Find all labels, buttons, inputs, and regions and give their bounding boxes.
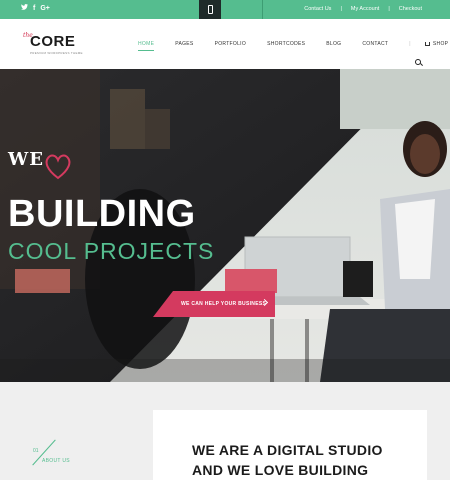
nav-item-shop[interactable]: SHOP <box>424 41 449 47</box>
hero-cta-button[interactable]: WE CAN HELP YOUR BUSINESS <box>153 291 275 317</box>
nav-separator: | <box>409 41 411 47</box>
section-label: ABOUT US <box>42 458 70 464</box>
contact-us-link[interactable]: Contact Us <box>304 5 331 14</box>
logo-tagline: PREMIUM WORDPRESS THEME <box>30 51 83 55</box>
nav-item-blog[interactable]: BLOG <box>326 41 341 47</box>
checkout-link[interactable]: Checkout <box>399 5 422 14</box>
nav-item-shortcodes[interactable]: SHORTCODES <box>267 41 305 47</box>
hero-title: BUILDING <box>8 193 196 235</box>
topbar-separator: | <box>340 6 342 12</box>
cart-icon <box>424 42 430 46</box>
social-links: f G+ <box>21 4 50 14</box>
search-icon[interactable] <box>415 59 421 65</box>
about-heading-line-2: AND WE LOVE BUILDING <box>192 462 369 478</box>
logo-name: CORE <box>30 33 76 50</box>
top-bar: f G+ Contact Us | My Account | Checkout <box>0 0 450 19</box>
about-heading-line-1: WE ARE A DIGITAL STUDIO <box>192 442 383 458</box>
topbar-separator: | <box>388 6 390 12</box>
section-number: 01 <box>33 448 39 454</box>
nav-item-home[interactable]: HOME <box>138 41 155 51</box>
nav-item-contact[interactable]: CONTACT <box>362 41 388 47</box>
hero-slider: WE BUILDING COOL PROJECTS WE CAN HELP YO… <box>0 69 450 382</box>
heart-icon <box>45 154 71 180</box>
hero-subtitle: COOL PROJECTS <box>8 238 215 264</box>
about-card: WE ARE A DIGITAL STUDIO AND WE LOVE BUIL… <box>153 410 427 480</box>
mobile-menu-button[interactable] <box>199 0 221 19</box>
about-section: 01 ABOUT US WE ARE A DIGITAL STUDIO AND … <box>0 382 450 480</box>
main-nav: HOME PAGES PORTFOLIO SHORTCODES BLOG CON… <box>138 41 450 51</box>
google-plus-icon[interactable]: G+ <box>40 4 50 14</box>
facebook-icon[interactable]: f <box>33 4 35 14</box>
phone-icon <box>207 5 213 14</box>
my-account-link[interactable]: My Account <box>351 5 379 14</box>
cta-label: WE CAN HELP YOUR BUSINESS <box>181 301 267 307</box>
topbar-divider <box>262 0 263 19</box>
site-header: the CORE PREMIUM WORDPRESS THEME HOME PA… <box>0 19 450 69</box>
shop-label: SHOP <box>432 41 449 47</box>
twitter-icon[interactable] <box>21 4 28 14</box>
nav-item-portfolio[interactable]: PORTFOLIO <box>215 41 247 47</box>
topbar-links: Contact Us | My Account | Checkout <box>304 5 422 14</box>
nav-item-pages[interactable]: PAGES <box>175 41 193 47</box>
hero-we-text: WE <box>8 149 44 170</box>
